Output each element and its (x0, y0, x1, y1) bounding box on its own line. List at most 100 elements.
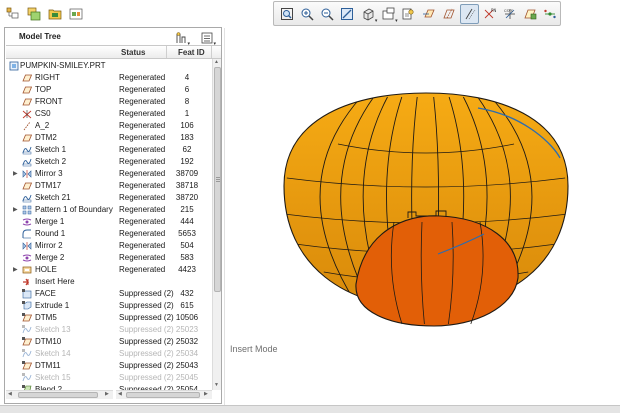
tree-row[interactable]: Sketch 21 Regenerated 38720 (6, 192, 212, 204)
folder-browser-tab[interactable] (46, 5, 64, 23)
datum-plane-icon (22, 133, 33, 143)
zoom-in-button[interactable] (297, 4, 316, 24)
tree-root-row[interactable]: PUMPKIN-SMILEY.PRT (6, 60, 212, 72)
tree-row[interactable]: DTM10 Suppressed (2) 25032 (6, 336, 212, 348)
annotation-display-toggle[interactable] (520, 4, 539, 24)
spin-center-icon (544, 9, 556, 18)
feature-name: Sketch 14 (35, 349, 71, 358)
annotations-toggle[interactable]: CSYS (500, 4, 519, 24)
panel-splitter[interactable] (224, 28, 225, 405)
feature-status: Regenerated (119, 229, 166, 238)
model-tree-vertical-scrollbar[interactable]: ▲ ▼ (212, 59, 221, 390)
view-manager-button[interactable] (399, 4, 418, 24)
tree-row[interactable]: Round 1 Regenerated 5653 (6, 228, 212, 240)
columns-horizontal-scrollbar[interactable]: ◀ ▶ (116, 390, 212, 399)
model-tree-panel: Model Tree ▾ ▾ Status Feat ID PUMPKIN-SM… (4, 27, 222, 404)
datum-points-toggle[interactable] (459, 3, 479, 24)
refit-button[interactable] (277, 4, 296, 24)
tree-row[interactable]: Sketch 13 Suppressed (2) 25023 (6, 324, 212, 336)
display-style-button[interactable]: ▾ (358, 4, 377, 24)
insert-here-marker[interactable]: Insert Here (6, 276, 212, 288)
feature-id: 38718 (175, 181, 199, 190)
layer-tree-tab[interactable] (25, 5, 43, 23)
status-bar (0, 405, 620, 413)
tree-row[interactable]: ▶ Pattern 1 of Boundary Regenerated 215 (6, 204, 212, 216)
tree-row[interactable]: ▶ HOLE Regenerated 4423 (6, 264, 212, 276)
suppressed-datum-plane-icon (22, 313, 33, 323)
tree-row[interactable]: Sketch 15 Suppressed (2) 25045 (6, 372, 212, 384)
tree-row[interactable]: RIGHT Regenerated 4 (6, 72, 212, 84)
tree-row[interactable]: Sketch 14 Suppressed (2) 25034 (6, 348, 212, 360)
feat-id-column-header[interactable]: Feat ID (178, 48, 205, 57)
sketch-icon (22, 145, 32, 155)
tree-row[interactable]: Merge 2 Regenerated 583 (6, 252, 212, 264)
feature-id: 432 (180, 289, 194, 298)
feature-id: 25045 (175, 373, 199, 382)
tree-row[interactable]: Extrude 1 Suppressed (2) 615 (6, 300, 212, 312)
tree-row[interactable]: DTM17 Regenerated 38718 (6, 180, 212, 192)
repaint-button[interactable] (338, 4, 357, 24)
feature-name: Sketch 13 (35, 325, 71, 334)
tree-row[interactable]: DTM2 Regenerated 183 (6, 132, 212, 144)
feature-id: 10506 (175, 313, 199, 322)
columns-scroll-thumb[interactable] (126, 392, 200, 398)
repaint-icon (341, 7, 354, 20)
coordinate-systems-toggle[interactable]: PNT (480, 4, 499, 24)
feature-status: Suppressed (2) (119, 337, 174, 346)
zoom-out-button[interactable] (318, 4, 337, 24)
feature-id: 504 (180, 241, 194, 250)
navigator-toolbar (4, 5, 85, 27)
datum-points-icon (465, 8, 476, 19)
name-scroll-thumb[interactable] (18, 392, 98, 398)
svg-text:CSYS: CSYS (504, 9, 514, 13)
feature-id: 444 (180, 217, 194, 226)
model-tree-tab[interactable] (4, 5, 22, 23)
datum-axis-icon (22, 121, 32, 131)
merge-icon (22, 253, 32, 263)
feature-id: 106 (180, 121, 194, 130)
tree-row[interactable]: DTM5 Suppressed (2) 10506 (6, 312, 212, 324)
feature-name: Merge 1 (35, 217, 65, 226)
feature-id: 25023 (175, 325, 199, 334)
pumpkin-model[interactable] (226, 28, 620, 405)
refit-icon (280, 7, 293, 20)
tree-row[interactable]: DTM11 Suppressed (2) 25043 (6, 360, 212, 372)
feature-id: 192 (180, 157, 194, 166)
name-column-horizontal-scrollbar[interactable]: ◀ ▶ (6, 390, 113, 399)
expand-toggle-icon[interactable]: ▶ (13, 204, 18, 216)
tree-row[interactable]: TOP Regenerated 6 (6, 84, 212, 96)
tree-row[interactable]: ▶ Mirror 3 Regenerated 38709 (6, 168, 212, 180)
tree-row[interactable]: Merge 1 Regenerated 444 (6, 216, 212, 228)
tree-row[interactable]: FACE Suppressed (2) 432 (6, 288, 212, 300)
feature-status: Regenerated (119, 85, 166, 94)
sketch-icon (22, 193, 32, 203)
tree-row[interactable]: Sketch 2 Regenerated 192 (6, 156, 212, 168)
suppressed-sketch-icon (22, 325, 32, 335)
annotations-icon: CSYS (504, 8, 515, 19)
feature-name: FACE (35, 289, 56, 298)
feature-name: Extrude 1 (35, 301, 70, 310)
tree-row[interactable]: FRONT Regenerated 8 (6, 96, 212, 108)
mirror-icon (22, 241, 32, 251)
vertical-scroll-thumb[interactable] (214, 67, 221, 292)
expand-toggle-icon[interactable]: ▶ (13, 168, 18, 180)
expand-toggle-icon[interactable]: ▶ (13, 264, 18, 276)
status-column-header[interactable]: Status (121, 48, 145, 57)
suppressed-datum-plane-icon (22, 337, 33, 347)
favorites-tab[interactable] (67, 5, 85, 23)
datum-planes-toggle[interactable] (419, 4, 438, 24)
tree-row[interactable]: A_2 Regenerated 106 (6, 120, 212, 132)
tree-row[interactable]: CS0 Regenerated 1 (6, 108, 212, 120)
feature-name: RIGHT (35, 73, 60, 82)
saved-orientations-button[interactable]: ▾ (378, 4, 398, 24)
suppressed-sketch-icon (22, 373, 32, 383)
graphics-window[interactable]: Insert Mode (226, 28, 620, 405)
feature-status: Suppressed (2) (119, 349, 174, 358)
tree-root-name: PUMPKIN-SMILEY.PRT (20, 61, 106, 70)
tree-row[interactable]: Mirror 2 Regenerated 504 (6, 240, 212, 252)
display-style-icon (363, 8, 374, 20)
feature-id: 5653 (178, 229, 196, 238)
spin-center-toggle[interactable] (541, 4, 560, 24)
tree-row[interactable]: Sketch 1 Regenerated 62 (6, 144, 212, 156)
datum-axes-toggle[interactable] (439, 4, 458, 24)
